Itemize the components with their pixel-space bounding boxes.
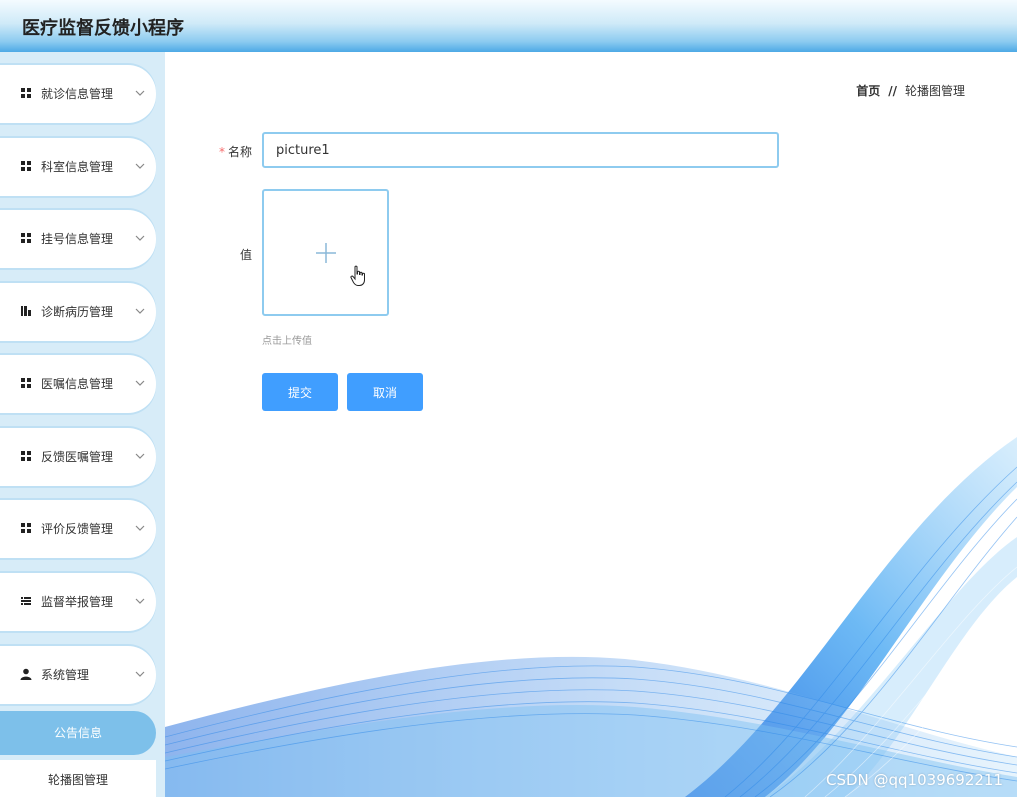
breadcrumb-current: 轮播图管理	[904, 84, 965, 98]
sidebar-item-label: 监督举报管理	[41, 595, 114, 609]
sidebar-item-system-management[interactable]: 系统管理	[0, 646, 156, 704]
sidebar-item-label: 诊断病历管理	[41, 305, 114, 319]
image-upload-box[interactable]	[262, 189, 389, 316]
breadcrumb-home[interactable]: 首页	[856, 84, 880, 98]
breadcrumb: 首页 // 轮播图管理	[856, 82, 965, 99]
sidebar-item-registration-info[interactable]: 挂号信息管理	[0, 210, 156, 268]
sidebar: 就诊信息管理 科室信息管理 挂号信息管理 诊断病历管理 医嘱信息管理 反馈医嘱管…	[0, 52, 165, 797]
sidebar-item-label: 评价反馈管理	[41, 522, 114, 536]
breadcrumb-separator: //	[888, 84, 897, 98]
value-label: 值	[239, 248, 252, 262]
sidebar-item-label: 医嘱信息管理	[41, 377, 114, 391]
grid-icon	[20, 522, 32, 534]
sidebar-subitem-carousel-management[interactable]: 轮播图管理	[0, 760, 156, 797]
chevron-down-icon	[134, 302, 146, 314]
sidebar-item-label: 科室信息管理	[41, 160, 114, 174]
cancel-button[interactable]: 取消	[347, 373, 423, 411]
chevron-down-icon	[134, 229, 146, 241]
main-content: 首页 // 轮播图管理 *名称 值 点击上传值 提交 取消 CSDN @qq1039…	[165, 52, 1017, 797]
sidebar-item-label: 系统管理	[41, 668, 90, 682]
grid-icon	[20, 377, 32, 389]
sidebar-item-feedback-orders[interactable]: 反馈医嘱管理	[0, 428, 156, 486]
name-label-text: 名称	[227, 145, 252, 159]
app-header: 医疗监督反馈小程序	[0, 0, 1017, 52]
hand-cursor-icon	[350, 265, 365, 286]
sidebar-item-label: 挂号信息管理	[41, 232, 114, 246]
grid-icon	[20, 160, 32, 172]
grid-icon	[20, 87, 32, 99]
grid-icon	[20, 232, 32, 244]
sidebar-item-supervision-reports[interactable]: 监督举报管理	[0, 573, 156, 631]
upload-tip: 点击上传值	[262, 336, 312, 347]
chevron-down-icon	[134, 374, 146, 386]
sidebar-item-label: 反馈医嘱管理	[41, 450, 114, 464]
submit-button[interactable]: 提交	[262, 373, 338, 411]
sidebar-item-evaluation-feedback[interactable]: 评价反馈管理	[0, 500, 156, 558]
chevron-down-icon	[134, 665, 146, 677]
plus-icon	[316, 243, 336, 263]
decorative-waves	[165, 437, 1017, 797]
grid-icon	[20, 450, 32, 462]
chevron-down-icon	[134, 592, 146, 604]
sidebar-subitem-announcements[interactable]: 公告信息	[0, 711, 156, 755]
chevron-down-icon	[134, 157, 146, 169]
chevron-down-icon	[134, 519, 146, 531]
watermark: CSDN @qq1039692211	[825, 771, 1003, 789]
app-title: 医疗监督反馈小程序	[22, 18, 184, 39]
sidebar-item-visit-info[interactable]: 就诊信息管理	[0, 65, 156, 123]
chevron-down-icon	[134, 447, 146, 459]
sidebar-item-diagnosis-records[interactable]: 诊断病历管理	[0, 283, 156, 341]
sidebar-item-medical-orders[interactable]: 医嘱信息管理	[0, 355, 156, 413]
chevron-down-icon	[134, 84, 146, 96]
name-label: * 名称	[205, 143, 252, 160]
required-mark: *	[218, 145, 225, 159]
sidebar-item-department-info[interactable]: 科室信息管理	[0, 138, 156, 196]
chart-icon	[20, 305, 32, 317]
sidebar-item-label: 就诊信息管理	[41, 87, 114, 101]
name-input[interactable]	[262, 132, 779, 168]
user-icon	[20, 668, 32, 680]
list-icon	[20, 595, 32, 607]
